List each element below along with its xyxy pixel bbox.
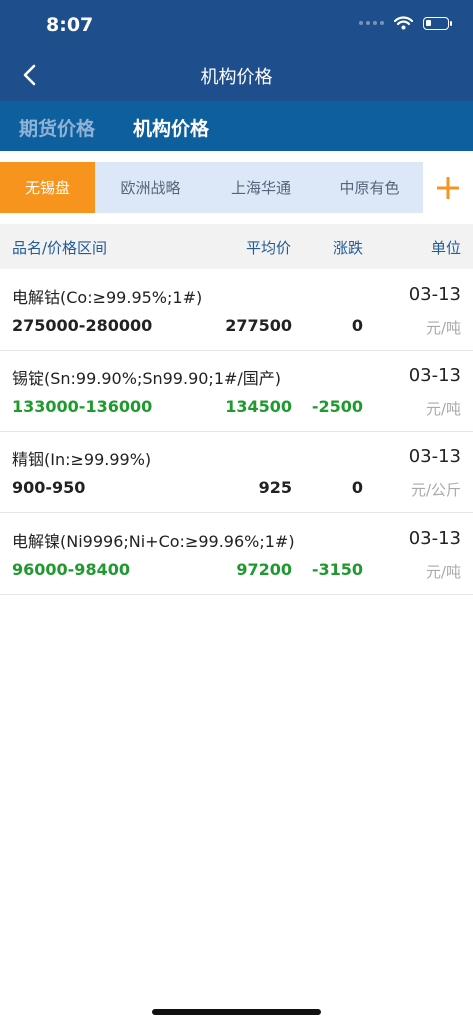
org-tab-zhongyuan[interactable]: 中原有色 bbox=[316, 162, 423, 213]
status-time: 8:07 bbox=[46, 14, 94, 36]
tab-futures-price[interactable]: 期货价格 bbox=[19, 114, 95, 141]
price-change: 0 bbox=[351, 316, 363, 335]
tab-institution-price[interactable]: 机构价格 bbox=[133, 114, 209, 141]
header-change: 涨跌 bbox=[333, 239, 364, 257]
org-tab-europe[interactable]: 欧洲战略 bbox=[95, 162, 206, 213]
org-tab-shanghai-huatong[interactable]: 上海华通 bbox=[206, 162, 316, 213]
status-icons bbox=[359, 16, 452, 30]
battery-icon bbox=[423, 16, 452, 30]
price-unit: 元/吨 bbox=[425, 400, 461, 418]
price-date: 03-13 bbox=[408, 446, 461, 467]
price-change: -2500 bbox=[311, 397, 363, 416]
top-tabs: 期货价格 机构价格 bbox=[0, 101, 473, 151]
cellular-signal-icon bbox=[359, 21, 384, 25]
average-price: 925 bbox=[258, 478, 292, 497]
price-unit: 元/吨 bbox=[425, 319, 461, 337]
org-tab-wuxi[interactable]: 无锡盘 bbox=[0, 162, 95, 213]
product-name: 精铟(In:≥99.99%) bbox=[12, 450, 152, 469]
product-name: 电解镍(Ni9996;Ni+Co:≥99.96%;1#) bbox=[12, 532, 295, 551]
nav-bar: 机构价格 bbox=[0, 50, 473, 101]
price-unit: 元/吨 bbox=[425, 563, 461, 581]
institution-tabs: 无锡盘 欧洲战略 上海华通 中原有色 bbox=[0, 162, 473, 213]
table-row[interactable]: 电解镍(Ni9996;Ni+Co:≥99.96%;1#) 03-13 96000… bbox=[0, 514, 473, 595]
table-header: 品名/价格区间 平均价 涨跌 单位 bbox=[0, 224, 473, 269]
add-institution-button[interactable] bbox=[423, 162, 473, 213]
price-range: 96000-98400 bbox=[12, 560, 130, 579]
price-date: 03-13 bbox=[408, 284, 461, 305]
price-date: 03-13 bbox=[408, 365, 461, 386]
home-indicator[interactable] bbox=[152, 1009, 321, 1015]
header-unit: 单位 bbox=[430, 239, 461, 257]
price-range: 900-950 bbox=[12, 478, 86, 497]
header-avg: 平均价 bbox=[246, 239, 292, 257]
wifi-icon bbox=[394, 16, 413, 30]
status-bar: 8:07 bbox=[0, 0, 473, 50]
table-row[interactable]: 电解钴(Co:≥99.95%;1#) 03-13 275000-280000 2… bbox=[0, 270, 473, 351]
table-row[interactable]: 锡锭(Sn:99.90%;Sn99.90;1#/国产) 03-13 133000… bbox=[0, 351, 473, 432]
product-name: 锡锭(Sn:99.90%;Sn99.90;1#/国产) bbox=[12, 369, 282, 388]
price-change: 0 bbox=[351, 478, 363, 497]
price-range: 275000-280000 bbox=[12, 316, 153, 335]
table-row[interactable]: 精铟(In:≥99.99%) 03-13 900-950 925 0 元/公斤 bbox=[0, 432, 473, 513]
average-price: 134500 bbox=[225, 397, 292, 416]
price-change: -3150 bbox=[311, 560, 363, 579]
price-range: 133000-136000 bbox=[12, 397, 153, 416]
price-unit: 元/公斤 bbox=[410, 481, 461, 499]
plus-icon bbox=[437, 176, 459, 199]
page-title: 机构价格 bbox=[200, 67, 273, 88]
header-name: 品名/价格区间 bbox=[12, 239, 108, 257]
price-date: 03-13 bbox=[408, 528, 461, 549]
product-name: 电解钴(Co:≥99.95%;1#) bbox=[12, 288, 203, 307]
average-price: 277500 bbox=[225, 316, 292, 335]
average-price: 97200 bbox=[236, 560, 292, 579]
